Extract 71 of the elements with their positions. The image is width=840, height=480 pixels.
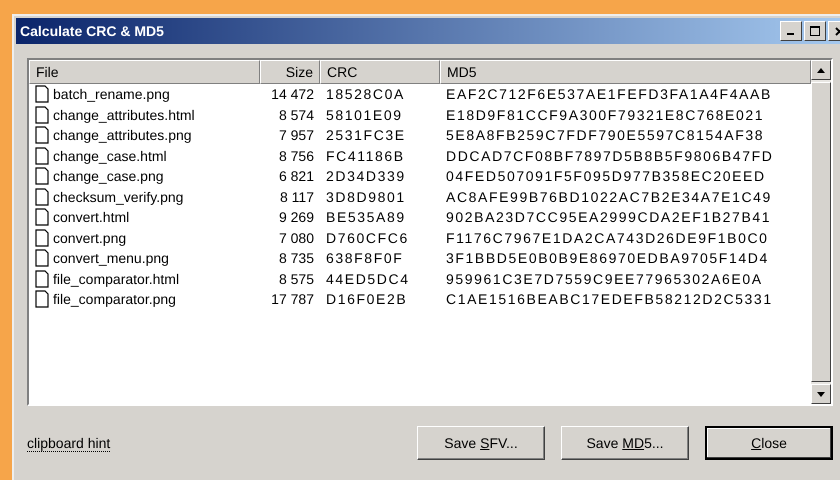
dialog-button[interactable]: Save MD5... xyxy=(561,426,689,460)
file-name: convert.png xyxy=(53,230,126,246)
size-cell-text: 6 821 xyxy=(278,168,315,184)
file-name: checksum_verify.png xyxy=(53,188,184,205)
md5-cell-text: F1176C7967E1DA2CA743D26DE9F1B0C0 xyxy=(445,230,770,246)
dialog-button[interactable]: Close xyxy=(705,426,833,460)
dialog-button[interactable]: Save SFV... xyxy=(417,426,545,460)
file-name: file_comparator.png xyxy=(53,291,176,308)
column-header[interactable]: Size xyxy=(260,60,320,84)
md5-cell-text: DDCAD7CF08BF7897D5B8B5F9806B47FD xyxy=(445,148,774,164)
md5-cell-text: EAF2C712F6E537AE1FEFD3FA1A4F4AAB xyxy=(445,86,773,102)
crc-cell-text: D16F0E2B xyxy=(325,291,408,308)
file-icon xyxy=(35,106,49,124)
file-name: change_attributes.png xyxy=(53,127,192,144)
crc-cell-text: 58101E09 xyxy=(325,106,404,123)
file-name: change_case.png xyxy=(53,168,164,184)
file-icon xyxy=(35,249,49,268)
file-name: change_attributes.html xyxy=(53,106,195,123)
file-icon xyxy=(35,146,49,165)
minimize-button[interactable] xyxy=(780,21,802,41)
size-cell-text: 8 575 xyxy=(278,270,315,287)
file-icon xyxy=(35,208,49,226)
file-name: convert.html xyxy=(53,209,130,226)
size-cell-text: 9 269 xyxy=(278,209,315,226)
crc-cell-text: 3D8D9801 xyxy=(325,188,407,205)
file-icon xyxy=(35,126,49,144)
md5-cell-text: 04FED507091F5F095D977B358EC20EED xyxy=(445,168,767,184)
md5-cell-text: 902BA23D7CC95EA2999CDA2EF1B27B41 xyxy=(445,209,772,226)
crc-cell-text: 44ED5DC4 xyxy=(325,270,411,287)
file-icon xyxy=(35,188,49,206)
md5-cell-text: E18D9F81CCF9A300F79321E8C768E021 xyxy=(445,106,766,123)
size-cell-text: 7 080 xyxy=(278,230,315,246)
file-icon xyxy=(35,167,49,186)
maximize-icon xyxy=(810,26,820,36)
md5-cell-text: C1AE1516BEABC17EDEFB58212D2C5331 xyxy=(445,291,774,308)
clipboard-hint[interactable]: clipboard hint xyxy=(27,434,110,452)
size-cell-text: 8 117 xyxy=(279,188,315,205)
crc-cell-text: 2D34D339 xyxy=(325,168,407,184)
file-name: convert_menu.png xyxy=(53,250,169,266)
up-arrow-icon xyxy=(817,68,825,72)
file-name: change_case.html xyxy=(53,148,167,164)
size-cell-text: 8 735 xyxy=(278,250,315,266)
md5-cell-text: 3F1BBD5E0B0B9E86970EDBA9705F14D4 xyxy=(445,250,770,266)
size-cell-text: 14 472 xyxy=(270,86,315,102)
md5-cell-text: 959961C3E7D7559C9EE77965302A6E0A xyxy=(445,270,764,287)
crc-cell-text: 18528C0A xyxy=(325,86,406,102)
size-cell-text: 8 574 xyxy=(278,106,315,123)
file-icon xyxy=(35,290,49,308)
md5-cell-text: AC8AFE99B76BD1022AC7B2E34A7E1C49 xyxy=(445,188,773,205)
scroll-up-button[interactable] xyxy=(811,60,831,80)
size-cell-text: 17 787 xyxy=(270,291,315,308)
crc-cell-text: 638F8F0F xyxy=(325,250,404,266)
file-name: batch_rename.png xyxy=(53,86,170,102)
scroll-down-button[interactable] xyxy=(811,384,831,404)
file-icon xyxy=(35,85,49,104)
file-icon xyxy=(35,228,49,247)
file-name: file_comparator.html xyxy=(53,270,180,287)
column-header[interactable]: MD5 xyxy=(440,60,811,84)
size-cell-text: 8 756 xyxy=(278,148,315,164)
column-header[interactable]: CRC xyxy=(320,60,440,84)
column-header[interactable]: File xyxy=(29,60,260,84)
size-cell-text: 7 957 xyxy=(278,127,315,144)
crc-cell-text: 2531FC3E xyxy=(325,127,407,144)
maximize-button[interactable] xyxy=(804,21,826,41)
down-arrow-icon xyxy=(817,392,825,396)
crc-cell-text: D760CFC6 xyxy=(325,230,410,246)
window-title: Calculate CRC & MD5 xyxy=(20,23,164,39)
crc-cell-text: FC41186B xyxy=(325,148,406,164)
md5-cell-text: 5E8A8FB259C7FDF790E5597C8154AF38 xyxy=(445,127,766,144)
crc-cell-text: BE535A89 xyxy=(325,209,407,226)
file-icon xyxy=(35,270,49,288)
